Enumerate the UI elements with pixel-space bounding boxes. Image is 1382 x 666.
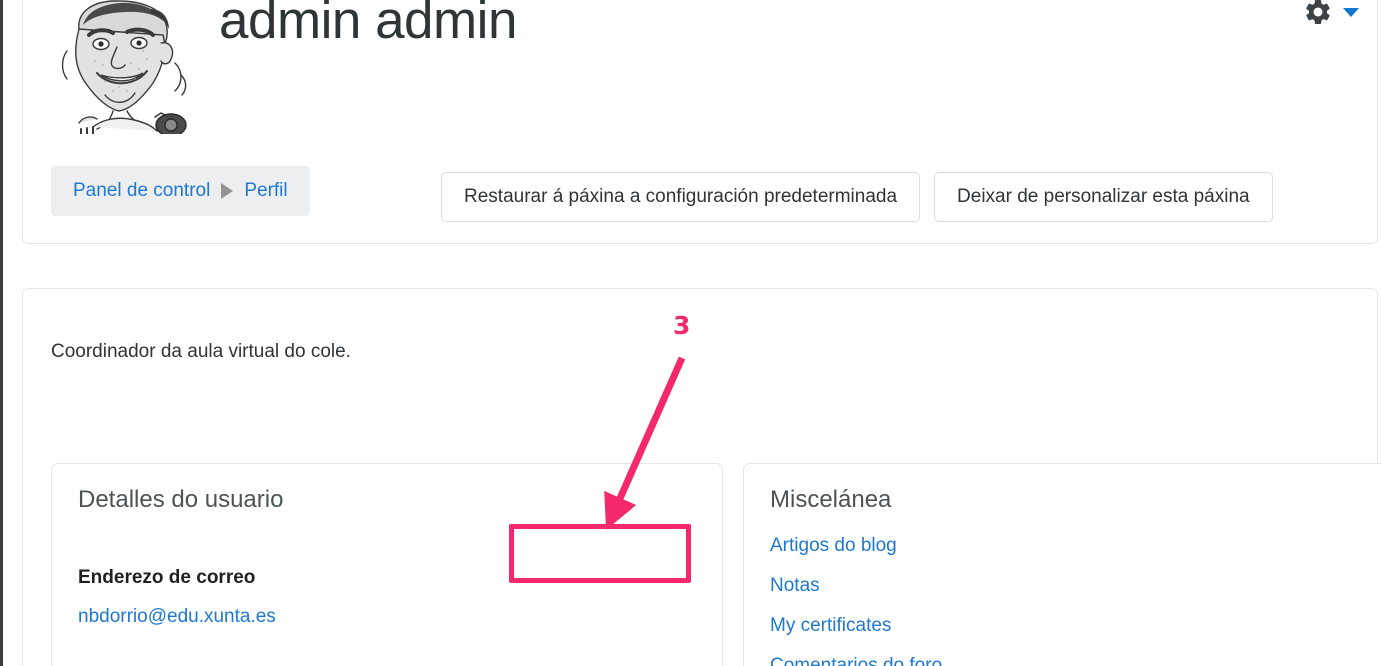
profile-page: admin admin Panel de control Perfil Rest… <box>0 0 1382 666</box>
miscellaneous-card: Miscelánea Artigos do blog Notas My cert… <box>743 463 1382 666</box>
link-blog-entries[interactable]: Artigos do blog <box>770 526 942 566</box>
link-forum-posts[interactable]: Comentarios do foro <box>770 646 942 666</box>
page-action-buttons: Restaurar á páxina a configuración prede… <box>441 172 1273 222</box>
profile-content-card: Coordinador da aula virtual do cole. Det… <box>22 288 1382 666</box>
miscellaneous-links: Artigos do blog Notas My certificates Co… <box>770 526 942 666</box>
email-field-value[interactable]: nbdorrio@edu.xunta.es <box>78 606 276 628</box>
breadcrumb-item-profile[interactable]: Perfil <box>244 180 287 202</box>
reset-page-default-button[interactable]: Restaurar á páxina a configuración prede… <box>441 172 921 222</box>
link-my-certificates[interactable]: My certificates <box>770 606 942 646</box>
stop-customising-page-button[interactable]: Deixar de personalizar esta páxina <box>934 172 1273 222</box>
gear-icon[interactable] <box>1303 0 1333 27</box>
triangle-right-icon <box>221 183 234 199</box>
window-left-edge <box>0 0 3 666</box>
page-title: admin admin <box>219 0 517 50</box>
breadcrumb: Panel de control Perfil <box>51 166 310 216</box>
chevron-down-icon[interactable] <box>1343 7 1359 17</box>
link-notes[interactable]: Notas <box>770 566 942 606</box>
miscellaneous-heading: Miscelánea <box>770 486 892 513</box>
avatar[interactable] <box>43 0 203 134</box>
breadcrumb-item-dashboard[interactable]: Panel de control <box>73 180 210 202</box>
settings-menu[interactable] <box>1303 0 1359 27</box>
user-details-card: Detalles do usuario Enderezo de correo n… <box>51 463 723 666</box>
user-details-heading: Detalles do usuario <box>78 486 284 513</box>
profile-description: Coordinador da aula virtual do cole. <box>51 341 351 362</box>
profile-header-card: admin admin Panel de control Perfil Rest… <box>22 0 1378 244</box>
email-field-label: Enderezo de correo <box>78 567 256 588</box>
